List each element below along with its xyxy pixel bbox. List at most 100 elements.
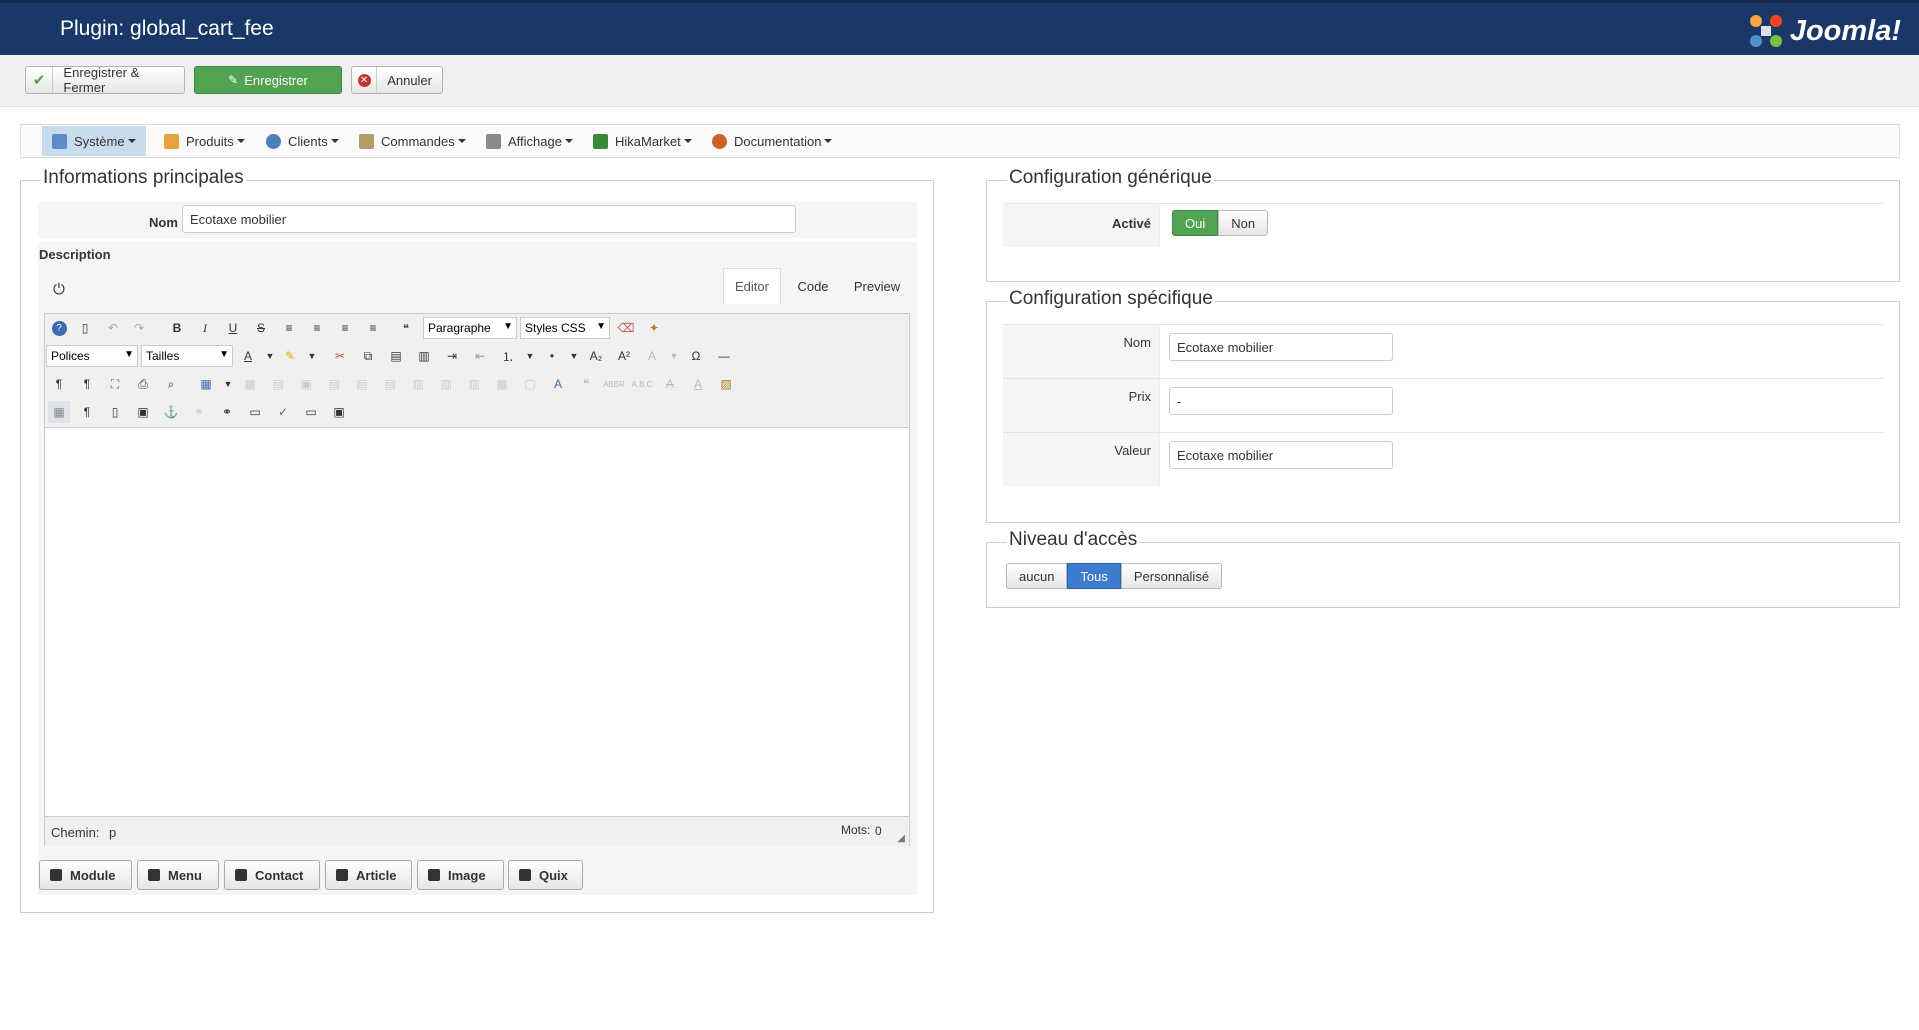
superscript-icon[interactable]: A²	[613, 345, 635, 367]
anchor-icon[interactable]: ⚓	[160, 401, 182, 423]
search-icon[interactable]: ⌕	[160, 373, 182, 395]
show-blocks-icon[interactable]: ¶	[76, 401, 98, 423]
quix-button[interactable]: Quix	[508, 860, 583, 890]
article-button[interactable]: Article	[325, 860, 412, 890]
contact-button[interactable]: Contact	[224, 860, 320, 890]
styles-icon[interactable]: A	[547, 373, 569, 395]
nav-item-hikamarket[interactable]: HikaMarket	[583, 126, 702, 156]
save-close-button[interactable]: ✔ Enregistrer & Fermer	[25, 65, 185, 95]
access-custom-button[interactable]: Personnalisé	[1120, 563, 1223, 589]
tab-preview[interactable]: Preview	[845, 268, 909, 304]
cut-icon[interactable]: ✂	[329, 345, 351, 367]
tab-code[interactable]: Code	[785, 268, 841, 304]
align-center-icon[interactable]: ≡	[306, 317, 328, 339]
dropdown-arrow-icon[interactable]: ▼	[663, 345, 685, 367]
template-icon[interactable]: ▯	[104, 401, 126, 423]
dropdown-arrow-icon[interactable]: ▼	[519, 345, 541, 367]
rtl-icon[interactable]: ¶	[76, 373, 98, 395]
bold-icon[interactable]: B	[166, 317, 188, 339]
path-value[interactable]: p	[109, 825, 116, 840]
insert-col-before-icon[interactable]: ▥	[407, 373, 429, 395]
dropdown-arrow-icon[interactable]: ▼	[259, 345, 281, 367]
delete-row-icon[interactable]: ▤	[379, 373, 401, 395]
split-cells-icon[interactable]: ▦	[491, 373, 513, 395]
horizontal-rule-icon[interactable]: —	[713, 345, 735, 367]
resize-handle-icon[interactable]: ◢	[897, 833, 905, 844]
nav-item-commandes[interactable]: Commandes	[349, 126, 476, 156]
special-char-icon[interactable]: Ω	[685, 345, 707, 367]
cancel-button[interactable]: ✕ Annuler	[351, 66, 443, 94]
image-icon[interactable]: ▣	[132, 401, 154, 423]
align-left-icon[interactable]: ≡	[334, 317, 356, 339]
page-break-icon[interactable]: ▭	[300, 401, 322, 423]
tab-editor[interactable]: Editor	[723, 268, 781, 304]
nav-item-clients[interactable]: Clients	[256, 126, 349, 156]
highlight-icon[interactable]: ✎	[279, 345, 301, 367]
abbr-icon[interactable]: ABBR	[603, 373, 625, 395]
attributes-icon[interactable]: ▨	[715, 373, 737, 395]
merge-cells-icon[interactable]: ▢	[519, 373, 541, 395]
spellcheck-icon[interactable]: ✓	[272, 401, 294, 423]
styles-select[interactable]: Styles CSS ▼	[520, 317, 610, 339]
paste-icon[interactable]: ▤	[385, 345, 407, 367]
help-icon[interactable]: ?	[48, 317, 70, 339]
new-document-icon[interactable]: ▯	[74, 317, 96, 339]
table-icon[interactable]: ▦	[195, 373, 217, 395]
media-icon[interactable]: ▭	[244, 401, 266, 423]
subscript-icon[interactable]: A₂	[585, 345, 607, 367]
layer-icon[interactable]: ▣	[328, 401, 350, 423]
image-button[interactable]: Image	[417, 860, 504, 890]
bullet-list-icon[interactable]: •	[541, 345, 563, 367]
module-button[interactable]: Module	[39, 860, 132, 890]
power-icon[interactable]: ⏻	[53, 281, 65, 298]
print-icon[interactable]: ⎙	[132, 373, 154, 395]
ins-icon[interactable]: A	[687, 373, 709, 395]
delete-col-icon[interactable]: ▥	[463, 373, 485, 395]
cite-icon[interactable]: ❝	[575, 373, 597, 395]
sizes-select[interactable]: Tailles ▼	[141, 345, 233, 367]
nav-item-affichage[interactable]: Affichage	[476, 126, 583, 156]
row-props-icon[interactable]: ▤	[267, 373, 289, 395]
specific-prix-input[interactable]: -	[1169, 387, 1393, 415]
delete-table-icon[interactable]: ▦	[239, 373, 261, 395]
strikethrough-icon[interactable]: S	[250, 317, 272, 339]
underline-icon[interactable]: U	[222, 317, 244, 339]
indent-icon[interactable]: ⇥	[441, 345, 463, 367]
active-yes-button[interactable]: Oui	[1172, 210, 1219, 236]
ltr-icon[interactable]: ¶	[48, 373, 70, 395]
access-none-button[interactable]: aucun	[1006, 563, 1068, 589]
acronym-icon[interactable]: A.B.C	[631, 373, 653, 395]
unlink-icon[interactable]: ⚭	[188, 401, 210, 423]
menu-button[interactable]: Menu	[137, 860, 219, 890]
align-justify-icon[interactable]: ≡	[278, 317, 300, 339]
visual-aid-icon[interactable]: ▦	[48, 401, 70, 423]
del-icon[interactable]: A	[659, 373, 681, 395]
numbered-list-icon[interactable]: ⒈	[497, 345, 519, 367]
access-all-button[interactable]: Tous	[1067, 563, 1121, 589]
text-color-icon[interactable]: A	[237, 345, 259, 367]
insert-col-after-icon[interactable]: ▥	[435, 373, 457, 395]
specific-nom-input[interactable]: Ecotaxe mobilier	[1169, 333, 1393, 361]
editor-content-area[interactable]	[45, 428, 909, 816]
nav-item-documentation[interactable]: Documentation	[702, 126, 842, 156]
cell-props-icon[interactable]: ▣	[295, 373, 317, 395]
cleanup-icon[interactable]: ✦	[643, 317, 665, 339]
insert-row-before-icon[interactable]: ▤	[323, 373, 345, 395]
copy-icon[interactable]: ⧉	[357, 345, 379, 367]
paragraph-select[interactable]: Paragraphe ▼	[423, 317, 517, 339]
nav-item-systeme[interactable]: Système	[42, 126, 146, 156]
dropdown-arrow-icon[interactable]: ▼	[217, 373, 239, 395]
italic-icon[interactable]: I	[194, 317, 216, 339]
dropdown-arrow-icon[interactable]: ▼	[563, 345, 585, 367]
fullscreen-icon[interactable]: ⛶	[104, 373, 126, 395]
eraser-icon[interactable]: ⌫	[615, 317, 637, 339]
active-no-button[interactable]: Non	[1218, 210, 1269, 236]
dropdown-arrow-icon[interactable]: ▼	[301, 345, 323, 367]
specific-valeur-input[interactable]: Ecotaxe mobilier	[1169, 441, 1393, 469]
text-direction-icon[interactable]: A	[641, 345, 663, 367]
link-icon[interactable]: ⚭	[216, 401, 238, 423]
paste-text-icon[interactable]: ▥	[413, 345, 435, 367]
nav-item-produits[interactable]: Produits	[154, 126, 255, 156]
blockquote-icon[interactable]: ❝	[395, 317, 417, 339]
insert-row-after-icon[interactable]: ▤	[351, 373, 373, 395]
